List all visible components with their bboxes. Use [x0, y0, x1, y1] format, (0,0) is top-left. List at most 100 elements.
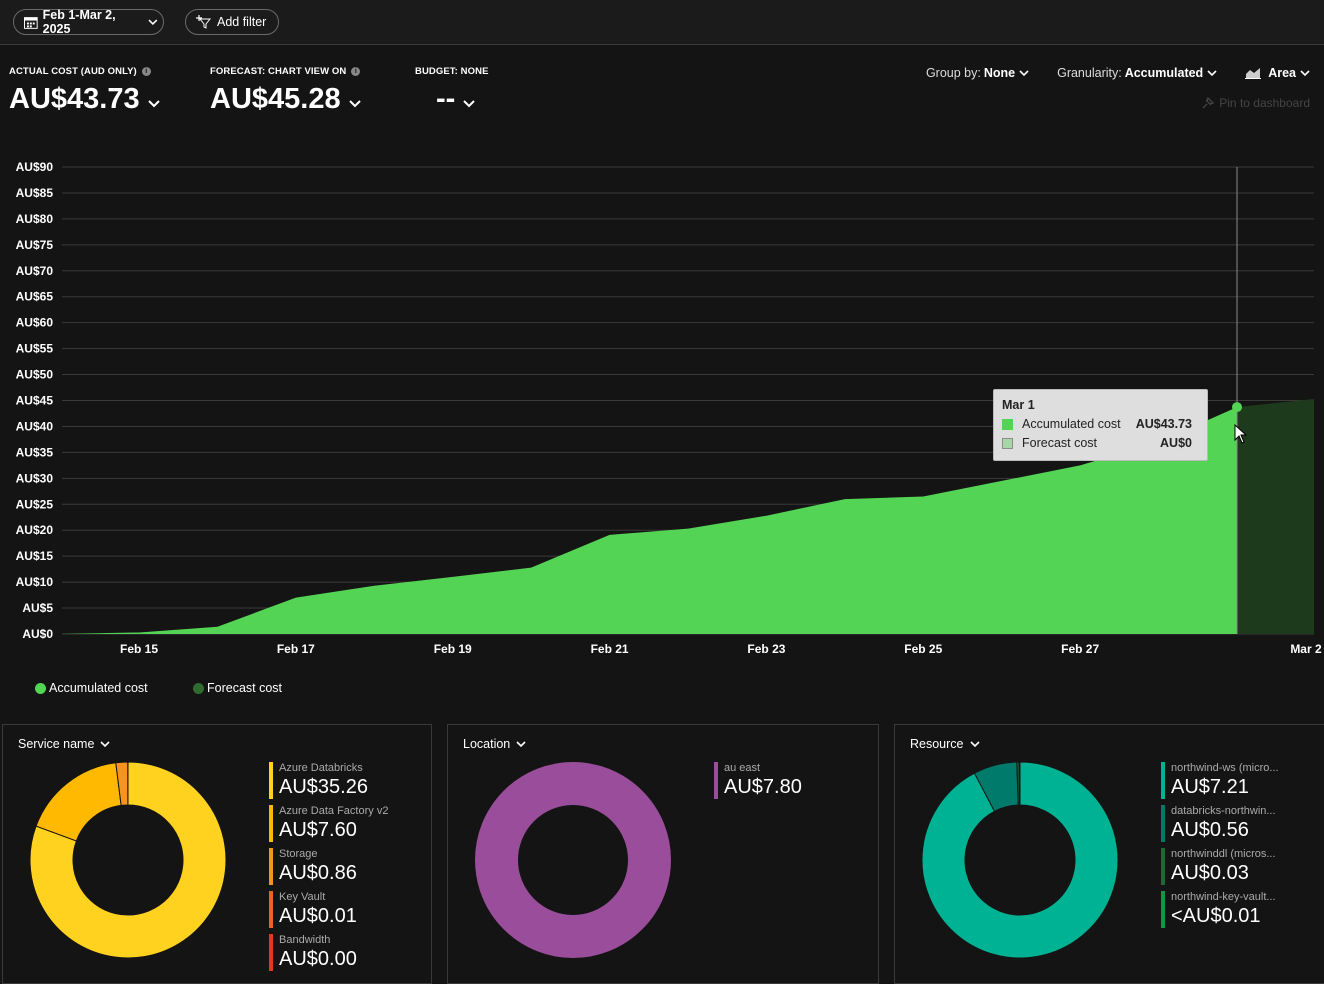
service-name-dropdown[interactable]: Service name — [18, 737, 110, 751]
resource-dropdown[interactable]: Resource — [910, 737, 980, 751]
tooltip-row-forecast: Forecast cost AU$0 — [1002, 436, 1192, 450]
legend-accumulated[interactable]: Accumulated cost — [35, 681, 148, 695]
item-amount: AU$7.60 — [279, 818, 388, 842]
actual-cost-value-button[interactable]: AU$43.73 — [9, 83, 160, 116]
list-item[interactable]: Key VaultAU$0.01 — [269, 891, 388, 934]
y-tick-label: AU$20 — [16, 523, 54, 537]
legend-dot — [193, 683, 204, 694]
group-by-dropdown[interactable]: Group by: None — [926, 66, 1029, 80]
list-item[interactable]: BandwidthAU$0.00 — [269, 934, 388, 977]
item-amount: AU$0.03 — [1171, 861, 1279, 885]
item-name: northwind-ws (micro... — [1171, 762, 1279, 775]
location-panel: Location au eastAU$7.80 — [447, 724, 879, 984]
x-tick-label: Feb 15 — [120, 642, 158, 656]
color-bar — [714, 762, 718, 799]
date-range-picker[interactable]: Feb 1-Mar 2, 2025 — [13, 9, 164, 35]
chart-type-dropdown[interactable]: Area — [1245, 66, 1310, 80]
location-dropdown[interactable]: Location — [463, 737, 526, 751]
y-tick-label: AU$40 — [16, 419, 54, 433]
y-tick-label: AU$25 — [16, 497, 54, 511]
item-name: Azure Data Factory v2 — [279, 805, 388, 818]
location-donut-chart — [475, 762, 671, 958]
y-tick-label: AU$5 — [22, 601, 53, 615]
y-tick-label: AU$70 — [16, 264, 54, 278]
list-item[interactable]: Azure DatabricksAU$35.26 — [269, 762, 388, 805]
y-tick-label: AU$75 — [16, 238, 54, 252]
resource-panel: Resource northwind-ws (micro...AU$7.21 d… — [894, 724, 1324, 984]
budget-value-button[interactable]: -- — [415, 83, 489, 116]
tooltip-label: Accumulated cost — [1022, 417, 1121, 431]
item-amount: AU$7.80 — [724, 775, 802, 799]
service-name-panel: Service name Azure DatabricksAU$35.26 Az… — [2, 724, 432, 984]
chevron-down-icon — [148, 18, 158, 26]
list-item[interactable]: StorageAU$0.86 — [269, 848, 388, 891]
granularity-value: Accumulated — [1125, 66, 1204, 80]
x-tick-label: Feb 23 — [747, 642, 785, 656]
mouse-cursor-icon — [1234, 424, 1248, 444]
item-amount: AU$35.26 — [279, 775, 388, 799]
list-item[interactable]: northwind-ws (micro...AU$7.21 — [1161, 762, 1279, 805]
group-by-label: Group by: — [926, 66, 981, 80]
list-item[interactable]: northwinddl (micros...AU$0.03 — [1161, 848, 1279, 891]
service-donut-chart — [30, 762, 226, 958]
resource-list: northwind-ws (micro...AU$7.21 databricks… — [1161, 762, 1279, 934]
y-tick-label: AU$55 — [16, 342, 54, 356]
chevron-down-icon — [1019, 70, 1029, 77]
color-bar — [269, 934, 273, 971]
color-bar — [1161, 805, 1165, 842]
chevron-down-icon — [516, 741, 526, 748]
info-icon[interactable]: i — [351, 67, 360, 76]
item-amount: AU$0.86 — [279, 861, 388, 885]
forecast-value-button[interactable]: AU$45.28 — [210, 83, 361, 116]
list-item[interactable]: au eastAU$7.80 — [714, 762, 802, 805]
x-tick-label: Feb 17 — [277, 642, 315, 656]
group-by-value: None — [984, 66, 1015, 80]
color-bar — [269, 891, 273, 928]
list-item[interactable]: Azure Data Factory v2AU$7.60 — [269, 805, 388, 848]
color-bar — [1161, 891, 1165, 928]
panel-title: Resource — [910, 737, 964, 751]
item-name: northwind-key-vault... — [1171, 891, 1279, 904]
actual-cost-kpi: ACTUAL COST (AUD ONLY)i AU$43.73 — [9, 66, 160, 116]
list-item[interactable]: databricks-northwin...AU$0.56 — [1161, 805, 1279, 848]
donut-slice[interactable] — [1019, 762, 1020, 805]
tooltip-swatch — [1002, 438, 1013, 449]
y-tick-label: AU$15 — [16, 549, 54, 563]
filter-add-icon — [196, 15, 212, 29]
tooltip-value: AU$0 — [1160, 436, 1192, 450]
budget-value: -- — [436, 83, 455, 116]
y-tick-label: AU$0 — [22, 627, 53, 641]
pin-to-dashboard-button[interactable]: Pin to dashboard — [1201, 96, 1310, 110]
chevron-down-icon — [1300, 70, 1310, 77]
item-amount: AU$0.00 — [279, 947, 388, 971]
area-chart-icon — [1245, 67, 1261, 79]
item-name: Storage — [279, 848, 388, 861]
location-list: au eastAU$7.80 — [714, 762, 802, 805]
forecast-value: AU$45.28 — [210, 83, 341, 116]
chevron-down-icon — [100, 741, 110, 748]
y-tick-label: AU$60 — [16, 316, 54, 330]
add-filter-button[interactable]: Add filter — [185, 9, 279, 35]
x-tick-label: Feb 27 — [1061, 642, 1099, 656]
x-tick-label: Mar 2 — [1290, 642, 1322, 656]
donut-slice[interactable] — [497, 784, 650, 937]
list-item[interactable]: northwind-key-vault...<AU$0.01 — [1161, 891, 1279, 934]
y-tick-label: AU$10 — [16, 575, 54, 589]
item-name: Azure Databricks — [279, 762, 388, 775]
legend-forecast[interactable]: Forecast cost — [193, 681, 282, 695]
chevron-down-icon — [148, 100, 160, 108]
item-name: au east — [724, 762, 802, 775]
color-bar — [1161, 848, 1165, 885]
tooltip-swatch — [1002, 419, 1013, 430]
item-name: Key Vault — [279, 891, 388, 904]
donut-slice[interactable] — [36, 763, 121, 841]
chevron-down-icon — [349, 100, 361, 108]
item-amount: AU$0.56 — [1171, 818, 1279, 842]
item-amount: AU$0.01 — [279, 904, 388, 928]
tooltip-row-accumulated: Accumulated cost AU$43.73 — [1002, 417, 1192, 431]
legend-label: Forecast cost — [207, 681, 282, 695]
granularity-dropdown[interactable]: Granularity: Accumulated — [1057, 66, 1217, 80]
item-amount: AU$7.21 — [1171, 775, 1279, 799]
info-icon[interactable]: i — [142, 67, 151, 76]
panel-title: Service name — [18, 737, 94, 751]
